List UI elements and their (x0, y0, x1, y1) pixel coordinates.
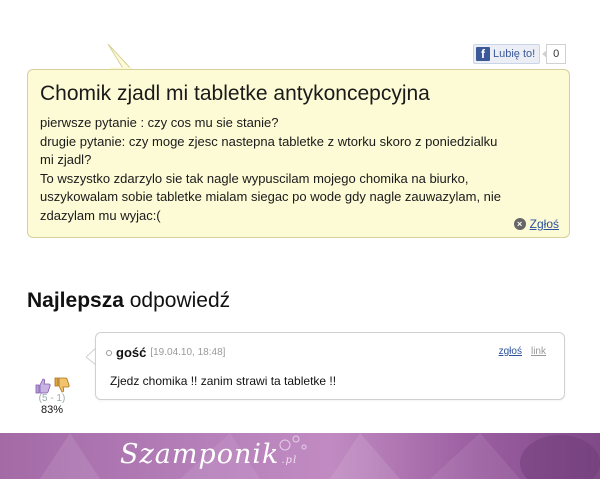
question-title: Chomik zjadl mi tabletke antykoncepcyjna (40, 82, 430, 105)
question-bubble-tail (107, 44, 134, 71)
question-line: To wszystko zdarzylo sie tak nagle wypus… (40, 170, 469, 186)
best-answer-heading-bold: Najlepsza (27, 289, 124, 312)
like-label: Lubię to! (493, 48, 536, 60)
question-body: pierwsze pytanie : czy cos mu sie stanie… (40, 114, 560, 225)
best-answer-heading: Najlepsza odpowiedź (27, 289, 230, 313)
question-line: mi zjadl? (40, 152, 92, 167)
question-line: pierwsze pytanie : czy cos mu sie stanie… (40, 115, 279, 130)
banner-decoration (40, 433, 600, 479)
vote-panel: (5 - 1) 83% (30, 377, 74, 416)
question-line: uszykowalam sobie tabletke mialam siegac… (40, 189, 502, 204)
facebook-like-widget: f Lubię to! 0 (473, 44, 567, 64)
best-answer-heading-rest: odpowiedź (129, 289, 231, 312)
report-answer-link[interactable]: zgłoś (499, 346, 522, 357)
like-button[interactable]: f Lubię to! (473, 44, 541, 64)
answer-text: Zjedz chomika !! zanim strawi ta tabletk… (110, 374, 337, 388)
answer-links: zgłoś link (499, 346, 546, 357)
site-logo[interactable]: Szamponik .pl (120, 439, 297, 470)
question-line: drugie pytanie: czy moge zjesc nastepna … (40, 133, 498, 149)
report-question-link[interactable]: Zgłoś (530, 217, 559, 231)
user-dot-icon (106, 349, 112, 356)
facebook-icon: f (476, 47, 490, 61)
answer-date: [19.04.10, 18:48] (150, 347, 226, 358)
answer-permalink[interactable]: link (531, 346, 546, 357)
thumbs-down-icon[interactable] (53, 377, 70, 394)
close-circle-icon: × (513, 218, 526, 230)
thumbs-up-icon[interactable] (34, 377, 51, 394)
site-banner: Szamponik .pl (0, 433, 600, 479)
vote-buttons (30, 377, 74, 394)
site-logo-tld: .pl (281, 455, 298, 466)
question-line: zdazylam mu wyjac:( (40, 207, 161, 223)
answer-meta: gość [19.04.10, 18:48] (106, 345, 225, 360)
answer-author: gość (116, 345, 147, 360)
vote-percent: 83% (40, 404, 64, 416)
answer-box: gość [19.04.10, 18:48] zgłoś link Zjedz … (95, 332, 565, 400)
site-logo-text: Szamponik (120, 439, 280, 470)
like-count: 0 (542, 44, 567, 64)
question-box: Chomik zjadl mi tabletke antykoncepcyjna… (27, 69, 570, 238)
vote-ratio: (5 - 1) (38, 393, 66, 404)
report-question[interactable]: × Zgłoś (513, 217, 559, 231)
